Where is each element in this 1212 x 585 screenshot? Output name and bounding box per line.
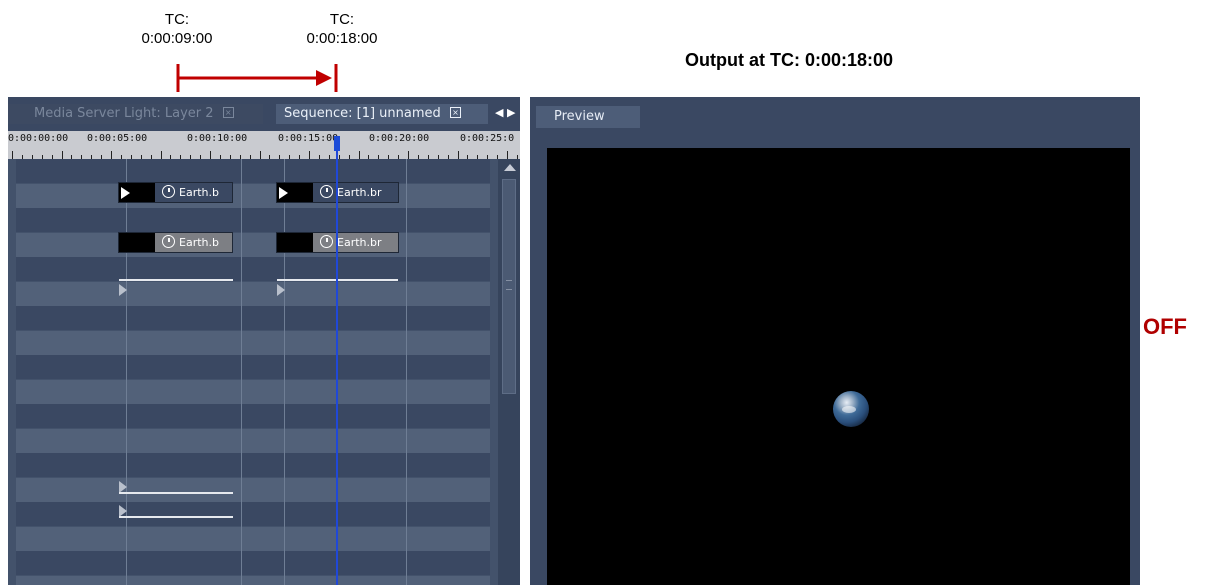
track-row[interactable] xyxy=(16,183,490,208)
earth-image xyxy=(833,391,869,427)
clip-name: Earth.br xyxy=(337,236,382,249)
ruler-tick xyxy=(408,151,409,159)
tab-close-icon[interactable]: × xyxy=(449,107,461,118)
ruler-tick xyxy=(12,151,13,159)
ruler-tick xyxy=(210,151,211,159)
ruler-tick xyxy=(61,151,63,159)
ruler-tick xyxy=(309,151,310,159)
clip-start-marker-icon xyxy=(121,187,130,199)
clip-earth[interactable]: Earth.b xyxy=(118,182,233,203)
tab-scroll-right-icon[interactable]: ▶ xyxy=(507,107,515,119)
clip-boundary-line xyxy=(406,159,407,585)
ruler-tick xyxy=(507,151,508,159)
keyframe-marker-icon[interactable] xyxy=(277,284,285,296)
clip-name: Earth.br xyxy=(337,186,382,199)
tc-start-value: 0:00:09:00 xyxy=(141,30,213,47)
vertical-scrollbar[interactable] xyxy=(498,159,520,585)
track-row[interactable] xyxy=(16,306,490,330)
tc-end-annotation: TC: 0:00:18:00 xyxy=(277,10,407,48)
track-row[interactable] xyxy=(16,232,490,257)
track-row[interactable] xyxy=(16,330,490,355)
ruler-tick xyxy=(111,151,112,159)
keyframe-marker-icon[interactable] xyxy=(119,284,127,296)
track-row[interactable] xyxy=(16,281,490,306)
tab-scroll-left-icon[interactable]: ◀ xyxy=(495,107,503,119)
sequence-panel: Media Server Light: Layer 2 × Sequence: … xyxy=(8,97,520,585)
envelope-line xyxy=(119,492,233,494)
timeline-ruler[interactable]: 0:00:00:00 0:00:05:00 0:00:10:00 0:00:15… xyxy=(8,131,520,159)
track-row[interactable] xyxy=(16,502,490,526)
track-row[interactable] xyxy=(16,551,490,575)
track-row[interactable] xyxy=(16,208,490,232)
ruler-label: 0:00:20:00 xyxy=(369,133,430,144)
tab-preview[interactable]: Preview xyxy=(536,106,640,128)
envelope-line xyxy=(119,516,233,518)
track-row[interactable] xyxy=(16,355,490,379)
scroll-up-icon[interactable] xyxy=(504,164,516,171)
ruler-label: 0:00:15:00 xyxy=(278,133,339,144)
track-row[interactable] xyxy=(16,404,490,428)
grip-icon xyxy=(506,280,512,290)
clip-boundary-line xyxy=(241,159,242,585)
preview-viewport[interactable] xyxy=(547,148,1130,585)
clock-icon xyxy=(162,185,175,198)
envelope-line xyxy=(119,279,233,281)
clip-thumbnail xyxy=(119,233,155,252)
tab-sequence-label: Sequence: [1] unnamed xyxy=(284,106,441,121)
preview-panel: Preview xyxy=(530,97,1140,585)
clock-icon xyxy=(320,185,333,198)
ruler-label: 0:00:10:00 xyxy=(187,133,248,144)
track-area[interactable] xyxy=(16,159,490,585)
output-tc-label: Output at TC: 0:00:18:00 xyxy=(685,50,894,70)
ruler-label: 0:00:05:00 xyxy=(87,133,148,144)
earth-cloud xyxy=(842,406,856,413)
status-off-label: OFF xyxy=(1143,314,1187,339)
clip-boundary-line xyxy=(126,159,127,585)
track-row[interactable] xyxy=(16,453,490,477)
clip-thumbnail xyxy=(119,183,155,202)
tab-media-label: Media Server Light: Layer 2 xyxy=(34,106,214,121)
playhead-handle[interactable] xyxy=(334,136,340,151)
tc-start-annotation: TC: 0:00:09:00 xyxy=(112,10,242,48)
clip-earth[interactable]: Earth.b xyxy=(118,232,233,253)
tc-end-label: TC: xyxy=(329,11,355,28)
clock-icon xyxy=(320,235,333,248)
ruler-tick xyxy=(259,151,261,159)
track-row[interactable] xyxy=(16,477,490,502)
ruler-tick xyxy=(160,151,162,159)
clip-name: Earth.b xyxy=(179,186,219,199)
track-row[interactable] xyxy=(16,575,490,585)
tc-end-value: 0:00:18:00 xyxy=(306,30,378,47)
ruler-label: 0:00:00:00 xyxy=(8,133,69,144)
playhead-line[interactable] xyxy=(336,150,338,585)
clip-boundary-line xyxy=(284,159,285,585)
track-row[interactable] xyxy=(16,379,490,404)
ruler-label: 0:00:25:0 xyxy=(460,133,515,144)
tab-close-icon[interactable]: × xyxy=(222,107,234,118)
time-span-arrow xyxy=(176,64,338,92)
scroll-thumb[interactable] xyxy=(502,179,516,394)
ruler-tick xyxy=(457,151,459,159)
clip-thumbnail xyxy=(277,183,313,202)
track-row[interactable] xyxy=(16,257,490,281)
ruler-tick xyxy=(358,151,360,159)
panel-tab-bar: Media Server Light: Layer 2 × Sequence: … xyxy=(8,97,520,131)
track-row[interactable] xyxy=(16,526,490,551)
clip-name: Earth.b xyxy=(179,236,219,249)
track-row[interactable] xyxy=(16,159,490,183)
clip-start-marker-icon xyxy=(279,187,288,199)
track-row[interactable] xyxy=(16,428,490,453)
tab-sequence[interactable]: Sequence: [1] unnamed × xyxy=(276,104,488,124)
clock-icon xyxy=(162,235,175,248)
tc-start-label: TC: xyxy=(164,11,190,28)
tab-media-server-layer[interactable]: Media Server Light: Layer 2 × xyxy=(8,104,263,124)
clip-thumbnail xyxy=(277,233,313,252)
